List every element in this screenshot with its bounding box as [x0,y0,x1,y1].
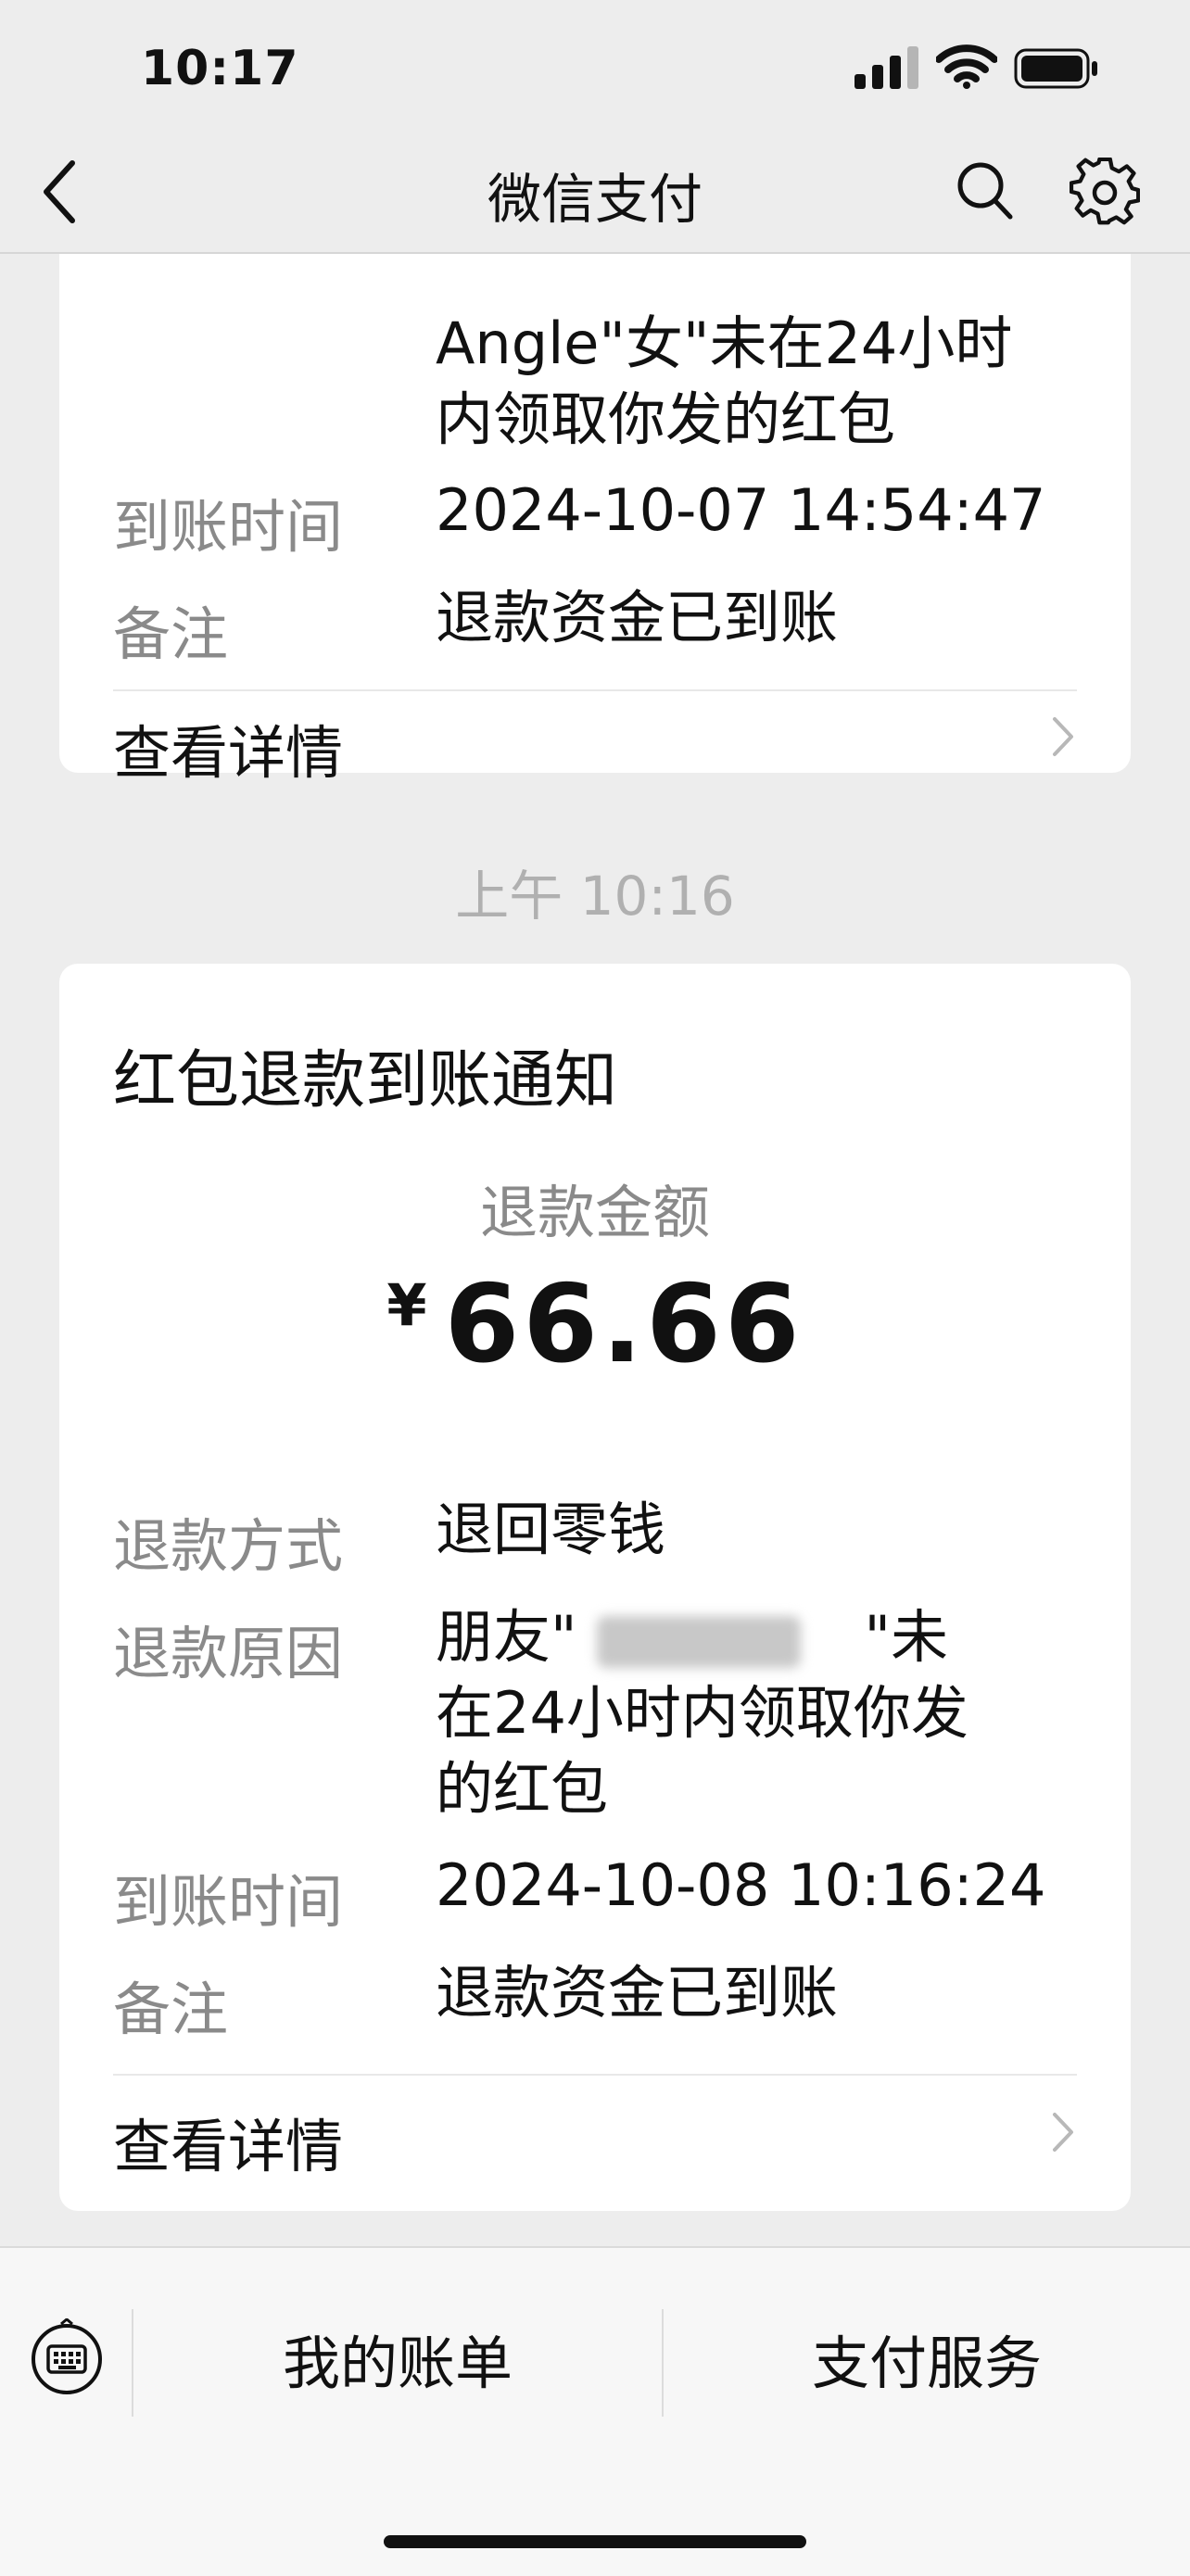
view-details-link[interactable]: 查看详情 [113,2100,343,2183]
refund-reason-line-2: 内领取你发的红包 [436,385,896,453]
status-time: 10:17 [141,41,299,96]
search-icon[interactable] [955,159,1014,221]
arrival-time-label: 到账时间 [113,493,344,561]
chevron-left-icon[interactable] [37,158,83,226]
message-list[interactable]: Angle"女"未在24小时 内领取你发的红包 到账时间 2024-10-07 … [0,254,1190,2246]
refund-reason-line-3: 的红包 [436,1755,609,1823]
home-indicator[interactable] [384,2535,806,2548]
wifi-icon [936,44,997,89]
card-divider [113,689,1077,691]
chevron-right-icon [1053,2113,1073,2152]
refund-notification-card[interactable]: 红包退款到账通知 退款金额 ¥ 66.66 退款方式 退回零钱 退款原因 朋友"… [59,964,1131,2211]
arrival-time-label: 到账时间 [113,1868,344,1936]
gear-icon[interactable] [1070,158,1140,228]
chevron-right-icon [1053,717,1073,756]
arrival-time-value: 2024-10-08 10:16:24 [436,1851,1046,1919]
currency-symbol: ¥ [386,1271,427,1339]
note-value: 退款资金已到账 [436,1959,839,2027]
card-divider [113,2074,1077,2076]
my-bills-button[interactable]: 我的账单 [133,2317,662,2400]
note-value: 退款资金已到账 [436,584,839,651]
refund-amount-label: 退款金额 [479,1179,710,1246]
redacted-name-blur [597,1616,801,1668]
arrival-time-value: 2024-10-07 14:54:47 [436,476,1046,544]
refund-card-previous: Angle"女"未在24小时 内领取你发的红包 到账时间 2024-10-07 … [59,254,1131,787]
view-details-link[interactable]: 查看详情 [113,706,343,789]
refund-amount: ¥ 66.66 [59,1262,1131,1387]
bottom-menu-bar [0,2246,1190,2576]
payment-services-button[interactable]: 支付服务 [664,2317,1190,2400]
cellular-signal-icon [855,46,918,89]
amount-value: 66.66 [444,1262,804,1387]
refund-method-label: 退款方式 [113,1512,344,1580]
refund-reason-line-2: 在24小时内领取你发 [436,1679,968,1747]
card-title: 红包退款到账通知 [113,1044,618,1118]
note-label: 备注 [113,1976,229,2043]
note-label: 备注 [113,600,229,668]
refund-method-value: 退回零钱 [436,1496,666,1563]
keyboard-icon[interactable] [28,2318,106,2396]
battery-icon [1014,48,1097,89]
refund-reason-line-1: Angle"女"未在24小时 [436,309,1013,377]
page-title: 微信支付 [487,168,703,231]
refund-reason-label: 退款原因 [113,1620,344,1687]
message-timestamp: 上午 10:16 [455,865,735,928]
